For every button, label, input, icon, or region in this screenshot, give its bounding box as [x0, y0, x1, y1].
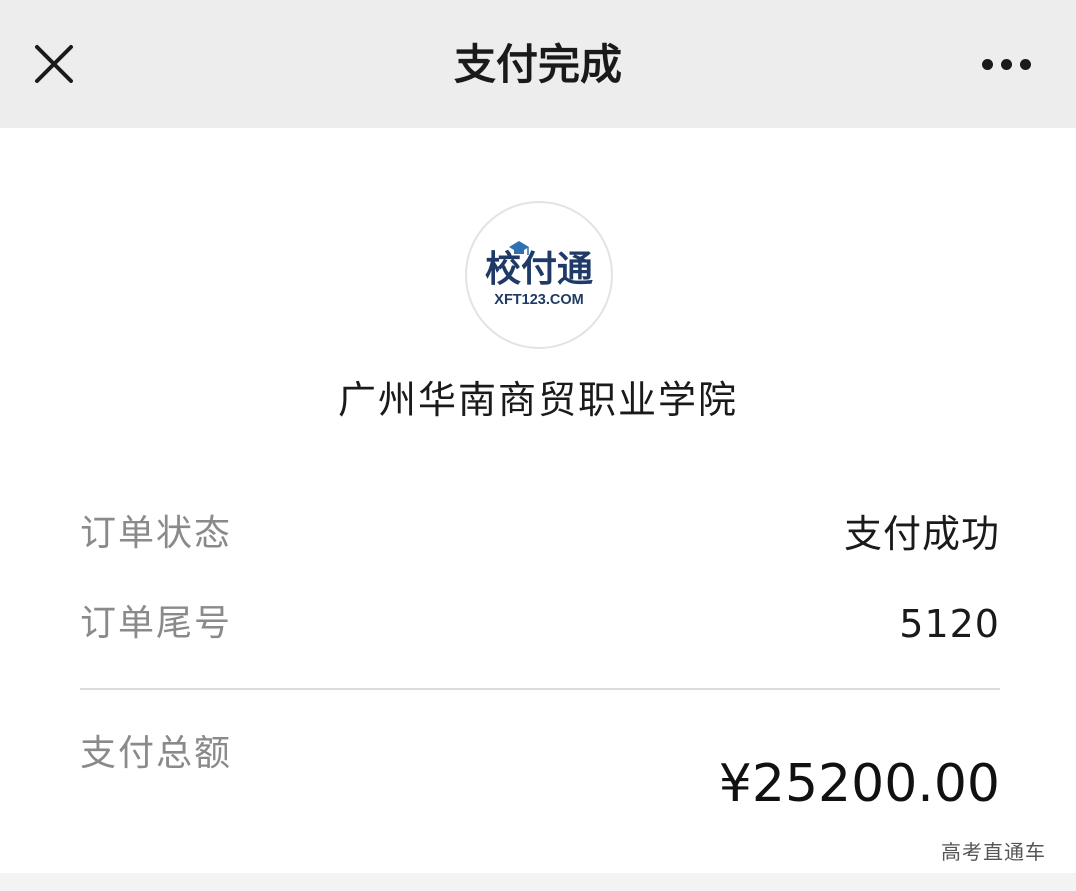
total-amount-label: 支付总额 — [80, 733, 233, 774]
svg-text:XFT123.COM: XFT123.COM — [494, 292, 583, 308]
merchant-logo: 校付通 XFT123.COM — [465, 201, 613, 349]
merchant-name: 广州华南商贸职业学院 — [337, 378, 738, 422]
close-button[interactable] — [22, 32, 86, 96]
payment-complete-page: 支付完成 校付通 XFT123.COM 广州华南商贸职业学院 订单状态 支付成功… — [0, 0, 1076, 891]
order-status-value: 支付成功 — [843, 512, 1000, 556]
order-status-label: 订单状态 — [80, 513, 233, 554]
close-icon — [35, 45, 73, 83]
total-amount-value: ¥25200.00 — [718, 754, 1000, 814]
divider — [80, 688, 1000, 690]
order-tail-value: 5120 — [899, 602, 1000, 646]
watermark-text: 高考直通车 — [941, 840, 1046, 864]
more-dots-icon — [978, 55, 1035, 74]
page-title: 支付完成 — [453, 40, 622, 89]
xft-logo-image: 校付通 XFT123.COM — [485, 241, 593, 308]
order-tail-label: 订单尾号 — [80, 603, 233, 644]
bottom-strip — [0, 873, 1076, 891]
more-options-button[interactable] — [964, 32, 1048, 96]
top-navigation-bar: 支付完成 — [0, 0, 1076, 128]
svg-text:校付通: 校付通 — [485, 249, 593, 290]
